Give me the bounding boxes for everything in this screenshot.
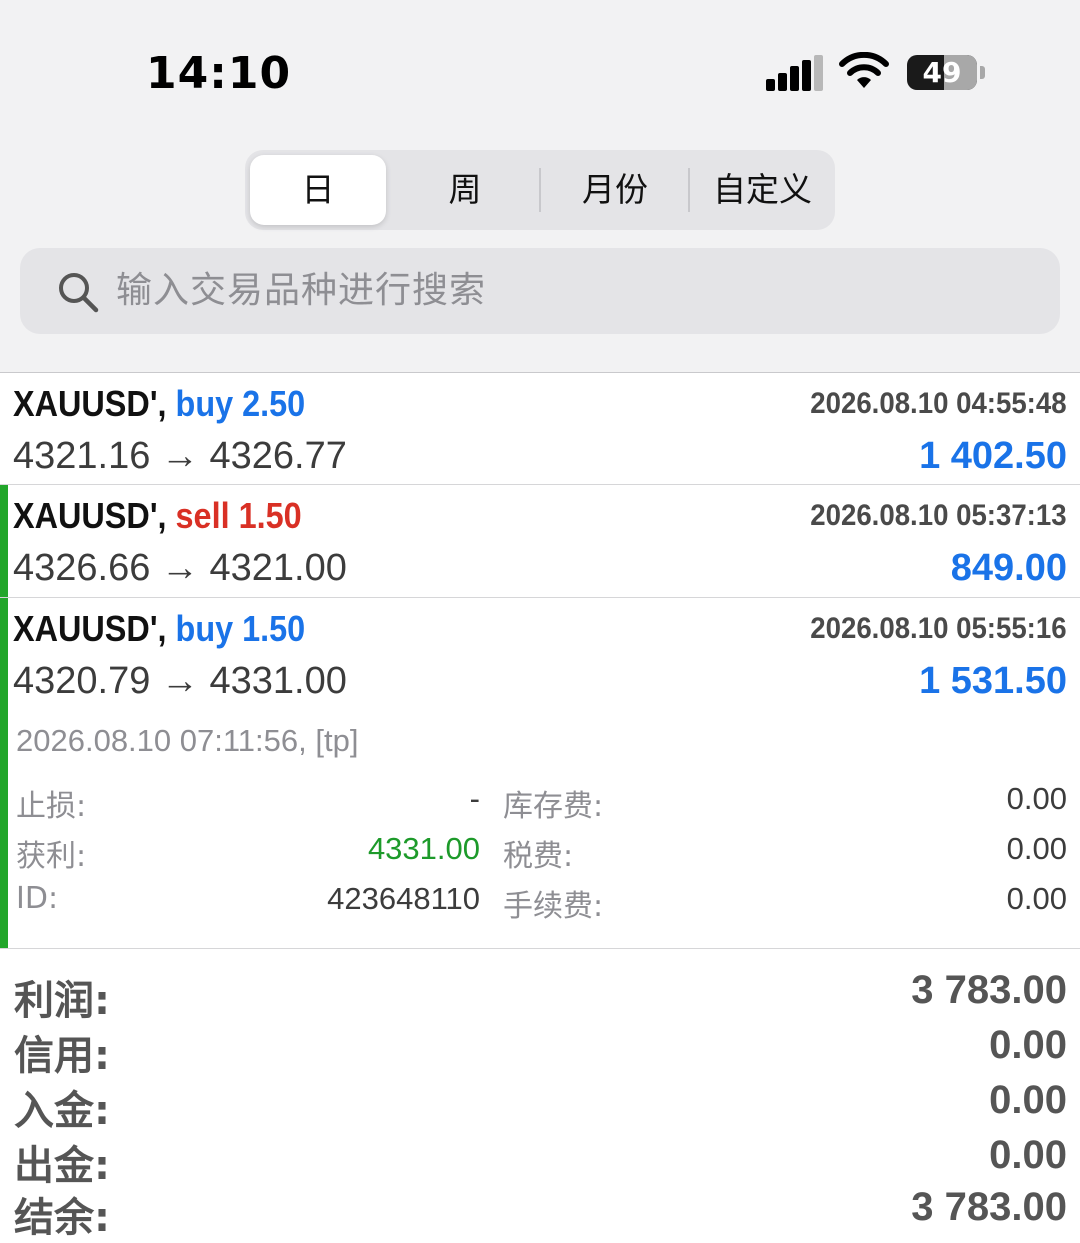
tab-day[interactable]: 日: [250, 155, 386, 225]
status-time: 14:10: [146, 48, 292, 99]
stop-loss-label: 止损:: [16, 789, 87, 824]
trade-row-expanded[interactable]: XAUUSD', buy 1.50 2026.08.10 05:55:16 43…: [0, 598, 1080, 949]
trade-open-time: 2026.08.10 04:55:48: [810, 387, 1067, 420]
header: 14:10 49 日 周 月份 自定义 输入交易品种进行搜索: [0, 0, 1080, 373]
trade-prices: 4321.16 → 4326.77: [13, 435, 347, 477]
trade-prices: 4326.66 → 4321.00: [13, 547, 347, 589]
trade-side: buy 1.50: [175, 608, 306, 649]
summary-withdrawal-label: 出金:: [14, 1143, 110, 1189]
summary-profit-label: 利润:: [14, 978, 110, 1024]
swap-value: 0.00: [1006, 781, 1067, 816]
tab-custom[interactable]: 自定义: [690, 150, 835, 230]
trade-side: sell 1.50: [175, 495, 302, 536]
trade-side: buy 2.50: [175, 383, 306, 424]
trade-prices: 4320.79 → 4331.00: [13, 660, 347, 702]
tax-value: 0.00: [1006, 831, 1067, 866]
summary-profit-value: 3 783.00: [911, 968, 1067, 1012]
search-bar[interactable]: 输入交易品种进行搜索: [20, 248, 1060, 334]
trade-profit: 1 402.50: [919, 435, 1067, 477]
trade-open-time: 2026.08.10 05:55:16: [810, 612, 1067, 645]
battery-tip: [980, 66, 985, 79]
tax-label: 税费:: [503, 839, 574, 874]
trade-profit: 1 531.50: [919, 660, 1067, 702]
summary-balance-label: 结余:: [14, 1195, 110, 1241]
wifi-icon: [839, 52, 889, 88]
battery-percent: 49: [922, 56, 962, 89]
segment-divider: [539, 168, 541, 212]
tab-month[interactable]: 月份: [542, 150, 688, 230]
period-segmented-control: 日 周 月份 自定义: [245, 150, 835, 230]
tab-week[interactable]: 周: [393, 150, 537, 230]
trade-row[interactable]: XAUUSD', buy 2.50 2026.08.10 04:55:48 43…: [0, 373, 1080, 485]
selection-indicator: [0, 485, 8, 597]
summary-credit-label: 信用:: [14, 1033, 110, 1079]
search-input[interactable]: 输入交易品种进行搜索: [116, 248, 486, 334]
swap-label: 库存费:: [503, 789, 604, 824]
trade-row[interactable]: XAUUSD', sell 1.50 2026.08.10 05:37:13 4…: [0, 485, 1080, 598]
trade-profit: 849.00: [950, 547, 1067, 589]
stop-loss-value: -: [469, 781, 480, 816]
search-icon: [59, 273, 99, 313]
summary-withdrawal-value: 0.00: [989, 1133, 1067, 1177]
summary-deposit-label: 入金:: [14, 1088, 110, 1134]
trade-open-time: 2026.08.10 05:37:13: [810, 499, 1067, 532]
take-profit-value: 4331.00: [367, 831, 480, 866]
cellular-signal-icon: [766, 55, 823, 91]
summary-credit-value: 0.00: [989, 1023, 1067, 1067]
trade-symbol: XAUUSD', buy 2.50: [13, 383, 306, 424]
commission-label: 手续费:: [503, 889, 604, 924]
take-profit-label: 获利:: [16, 839, 87, 874]
commission-value: 0.00: [1006, 881, 1067, 916]
selection-indicator: [0, 598, 8, 948]
order-id-label: ID:: [16, 881, 59, 916]
trade-close-time: 2026.08.10 07:11:56, [tp]: [16, 723, 359, 758]
summary-deposit-value: 0.00: [989, 1078, 1067, 1122]
order-id-value: 423648110: [327, 881, 480, 916]
trade-symbol: XAUUSD', buy 1.50: [13, 608, 306, 649]
trade-symbol: XAUUSD', sell 1.50: [13, 495, 302, 536]
summary-balance-value: 3 783.00: [911, 1185, 1067, 1229]
battery-icon: 49: [907, 55, 977, 90]
